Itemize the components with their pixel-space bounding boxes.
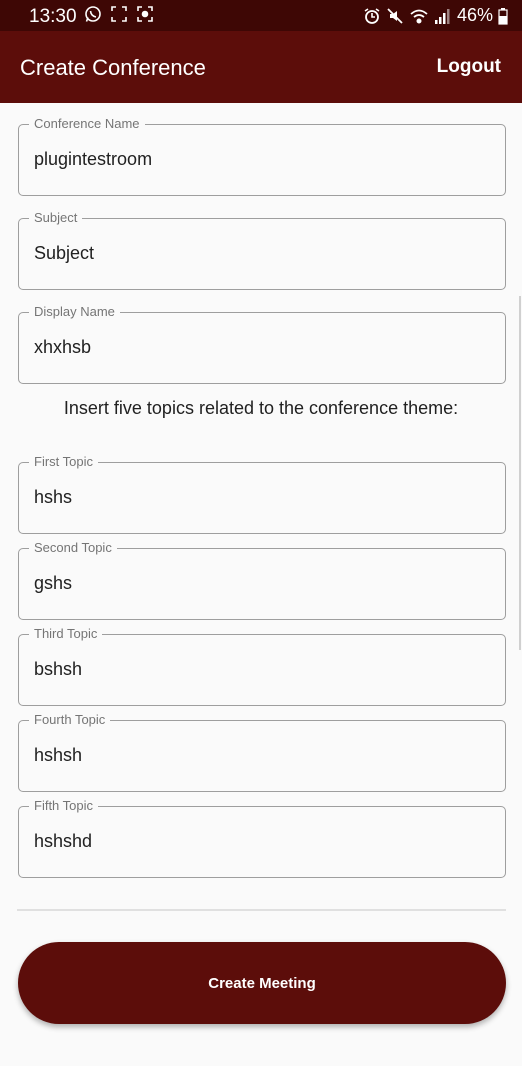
topics-prompt: Insert five topics related to the confer… — [63, 398, 459, 418]
first-topic-value[interactable]: hshs — [34, 487, 72, 507]
battery-icon — [498, 7, 508, 25]
divider — [17, 909, 506, 911]
status-time: 13:30 — [29, 6, 77, 27]
status-bar: 13:30 46% — [0, 0, 522, 31]
fourth-topic-value[interactable]: hshsh — [34, 745, 82, 765]
signal-icon — [434, 7, 450, 25]
screen-record-icon — [136, 5, 154, 28]
third-topic-label: Third Topic — [29, 627, 103, 641]
fifth-topic-label: Fifth Topic — [29, 799, 99, 813]
mute-icon — [386, 7, 404, 25]
third-topic-value[interactable]: bshsh — [34, 659, 82, 679]
create-meeting-button[interactable]: Create Meeting — [18, 942, 506, 1024]
screenshot-frame-icon — [110, 5, 128, 28]
conference-name-label: Conference Name — [29, 117, 145, 131]
logout-button[interactable]: Logout — [437, 56, 501, 78]
fifth-topic-value[interactable]: hshshd — [34, 831, 92, 851]
conference-name-field[interactable]: Conference Name plugintestroom — [18, 117, 506, 196]
second-topic-value[interactable]: gshs — [34, 573, 72, 593]
display-name-label: Display Name — [29, 305, 120, 319]
whatsapp-icon — [84, 5, 102, 28]
conference-name-value[interactable]: plugintestroom — [34, 149, 152, 169]
fifth-topic-field[interactable]: Fifth Topic hshshd — [18, 799, 506, 878]
subject-field[interactable]: Subject Subject — [18, 211, 506, 290]
fourth-topic-field[interactable]: Fourth Topic hshsh — [18, 713, 506, 792]
second-topic-label: Second Topic — [29, 541, 117, 555]
first-topic-label: First Topic — [29, 455, 98, 469]
display-name-value[interactable]: xhxhsb — [34, 337, 91, 357]
subject-label: Subject — [29, 211, 83, 225]
page-title: Create Conference — [20, 55, 206, 80]
app-bar: Create Conference Logout — [0, 31, 522, 103]
second-topic-field[interactable]: Second Topic gshs — [18, 541, 506, 620]
status-left-icons — [84, 5, 154, 28]
battery-percent: 46% — [456, 5, 493, 25]
wifi-icon — [409, 7, 429, 25]
scrollbar[interactable] — [519, 296, 521, 650]
third-topic-field[interactable]: Third Topic bshsh — [18, 627, 506, 706]
subject-value[interactable]: Subject — [34, 243, 94, 263]
display-name-field[interactable]: Display Name xhxhsb — [18, 305, 506, 384]
create-meeting-label: Create Meeting — [208, 974, 316, 992]
first-topic-field[interactable]: First Topic hshs — [18, 455, 506, 534]
fourth-topic-label: Fourth Topic — [29, 713, 111, 727]
alarm-icon — [363, 7, 381, 25]
status-right-icons: 46% — [363, 5, 508, 26]
